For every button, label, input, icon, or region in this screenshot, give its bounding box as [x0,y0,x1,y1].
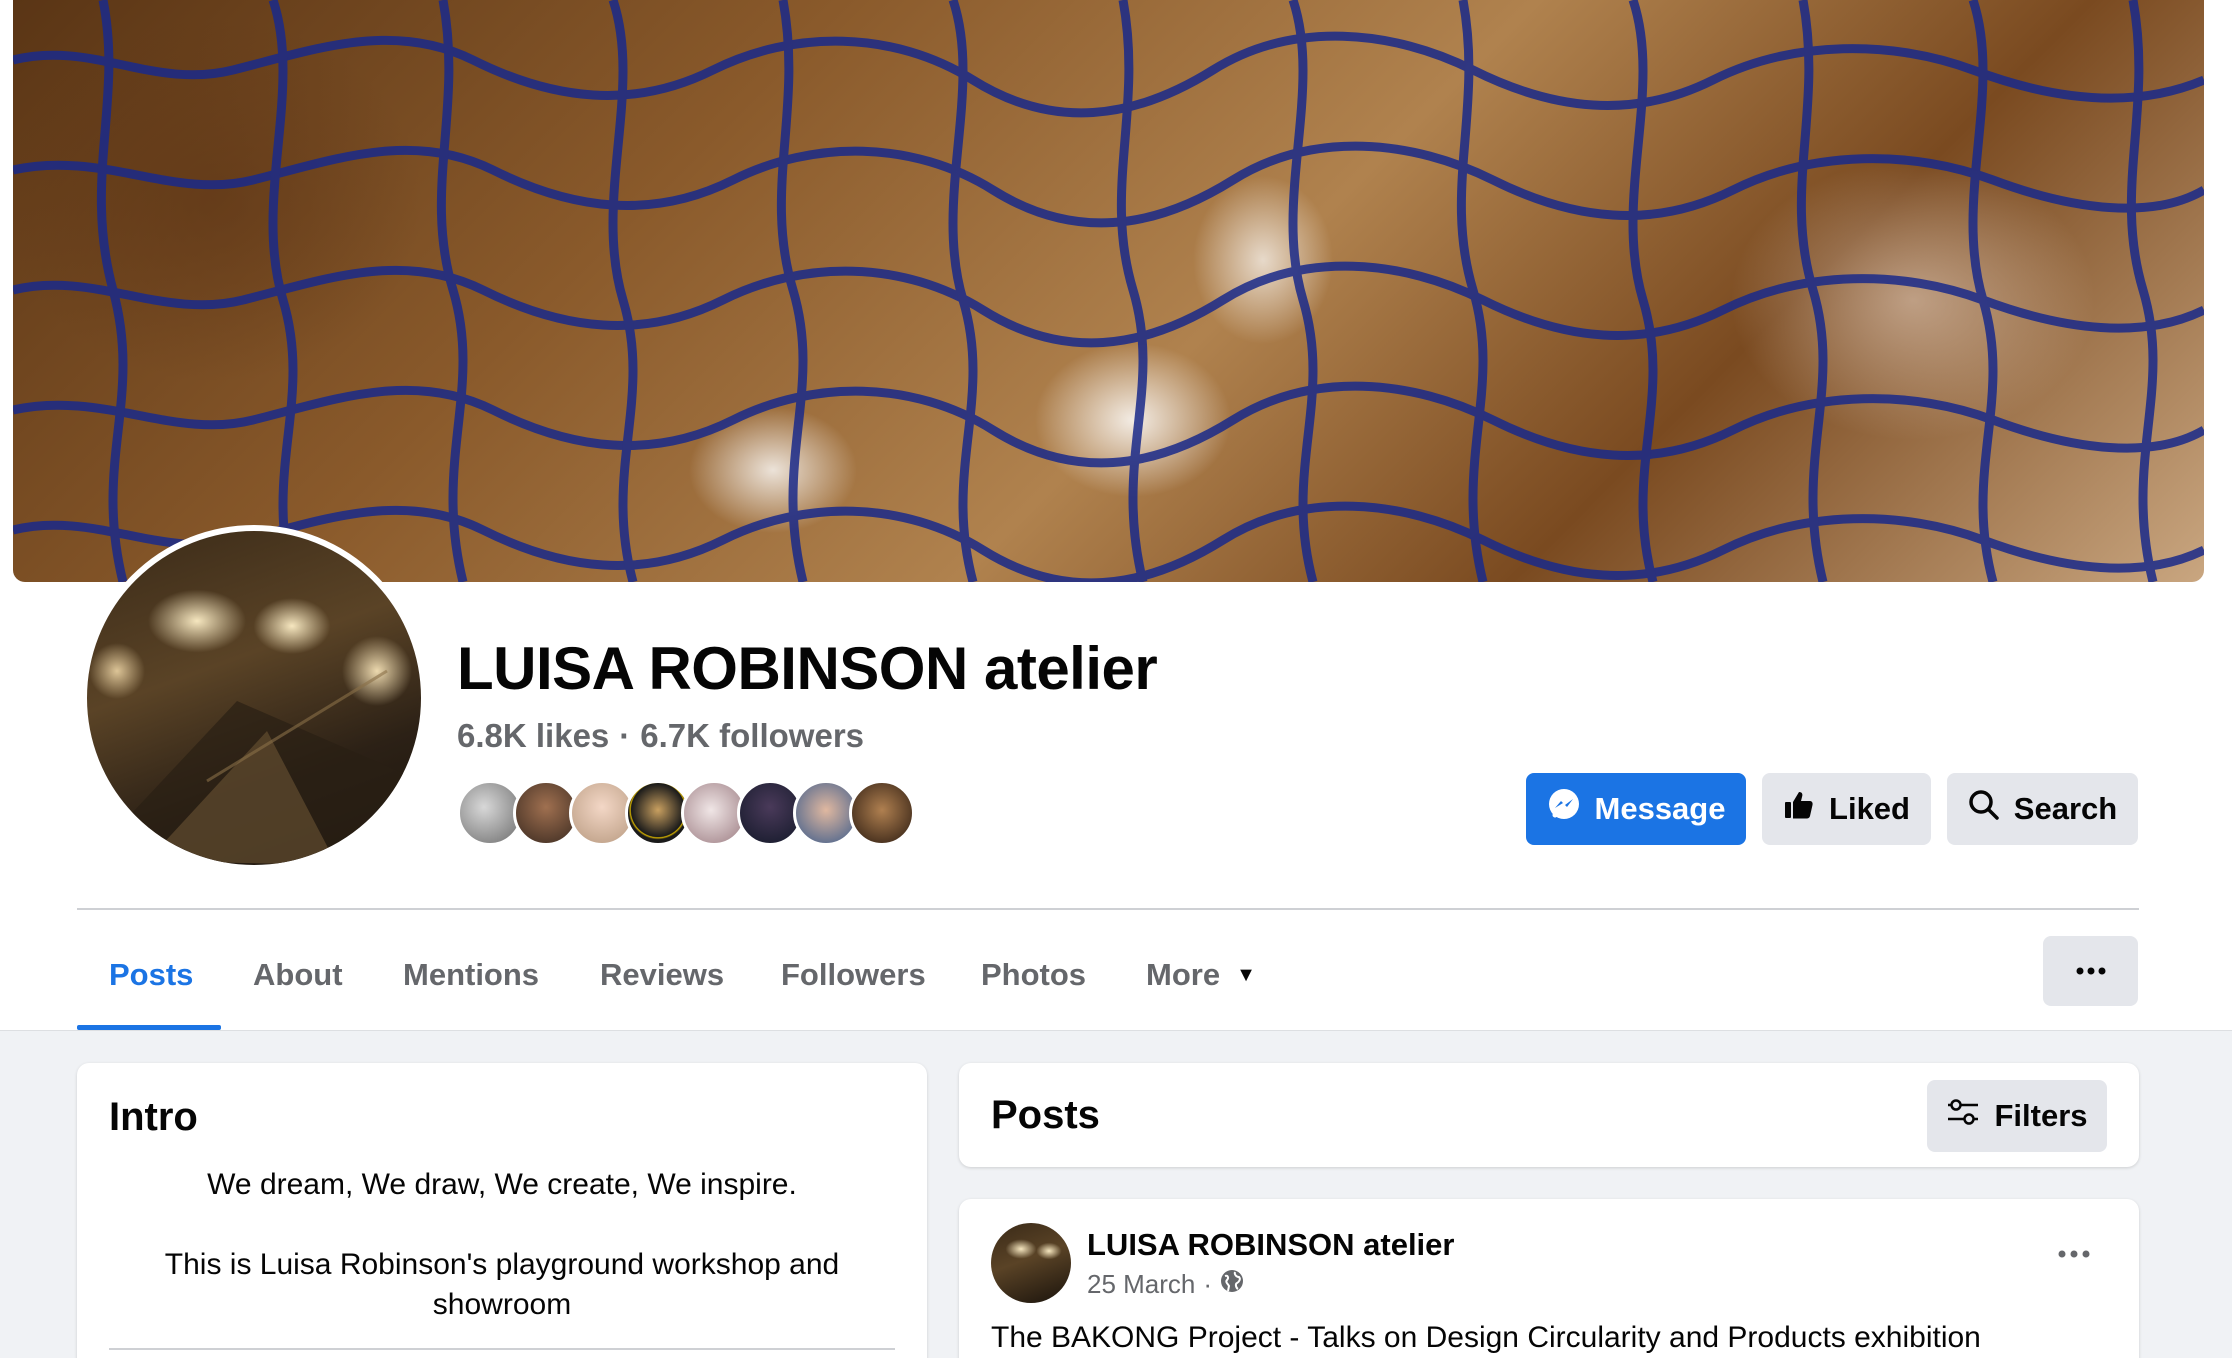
page-title: LUISA ROBINSON atelier [457,635,1158,702]
message-label: Message [1594,791,1726,826]
post-author-avatar[interactable] [991,1223,1071,1303]
filters-label: Filters [1994,1098,2088,1133]
header-divider [77,908,2139,910]
post-date[interactable]: 25 March [1087,1269,1195,1300]
cover-photo[interactable] [13,0,2204,582]
search-label: Search [2013,791,2118,826]
friend-avatar[interactable] [849,780,915,846]
message-button[interactable]: Message [1526,773,1746,845]
cover-pattern [13,0,2204,582]
tab-mentions[interactable]: Mentions [403,920,539,1030]
liked-label: Liked [1829,791,1910,826]
followers-count[interactable]: 6.7K followers [640,717,864,754]
tab-about[interactable]: About [253,920,343,1030]
tab-photos[interactable]: Photos [981,920,1086,1030]
intro-title: Intro [109,1095,198,1139]
intro-line-2: This is Luisa Robinson's playground work… [164,1248,840,1321]
likes-count[interactable]: 6.8K likes [457,717,609,754]
tab-posts[interactable]: Posts [109,920,193,1030]
more-horizontal-icon [2058,1245,2090,1263]
post-text: The BAKONG Project - Talks on Design Cir… [991,1321,1981,1354]
avatar-art [87,669,421,865]
intro-divider [109,1348,895,1350]
page-header: LUISA ROBINSON atelier 6.8K likes · 6.7K f… [0,0,2232,1030]
caret-down-icon: ▼ [1236,963,1256,986]
intro-bio: We dream, We draw, We create, We inspire… [109,1165,895,1325]
stats-separator: · [619,717,631,754]
intro-card: Intro We dream, We draw, We create, We i… [77,1063,927,1358]
filters-button[interactable]: Filters [1927,1080,2107,1152]
content-top-border [0,1030,2232,1031]
sliders-icon [1946,1097,1980,1135]
post-author-name[interactable]: LUISA ROBINSON atelier [1087,1227,1454,1263]
more-horizontal-icon [2076,962,2106,980]
post-meta: 25 March · [1087,1269,1244,1300]
post-card: LUISA ROBINSON atelier 25 March · The BA… [959,1199,2139,1358]
tab-reviews[interactable]: Reviews [600,920,724,1030]
tab-more-label: More [1146,957,1221,992]
search-button[interactable]: Search [1947,773,2138,845]
thumbs-up-icon [1783,789,1815,829]
intro-line-1: We dream, We draw, We create, We inspire… [207,1168,797,1201]
posts-header-card: Posts Filters [959,1063,2139,1167]
page-stats: 6.8K likes · 6.7K followers [457,717,864,755]
tab-followers[interactable]: Followers [781,920,926,1030]
page-more-button[interactable] [2043,936,2138,1006]
tab-more[interactable]: More ▼ [1146,920,1256,1030]
posts-section-title: Posts [991,1093,1100,1137]
post-options-button[interactable] [2049,1239,2099,1269]
post-meta-separator: · [1203,1269,1213,1299]
liked-button[interactable]: Liked [1762,773,1931,845]
messenger-icon [1547,788,1581,830]
globe-icon [1220,1269,1244,1300]
search-icon [1968,789,2000,829]
page-profile-picture[interactable] [81,525,427,871]
